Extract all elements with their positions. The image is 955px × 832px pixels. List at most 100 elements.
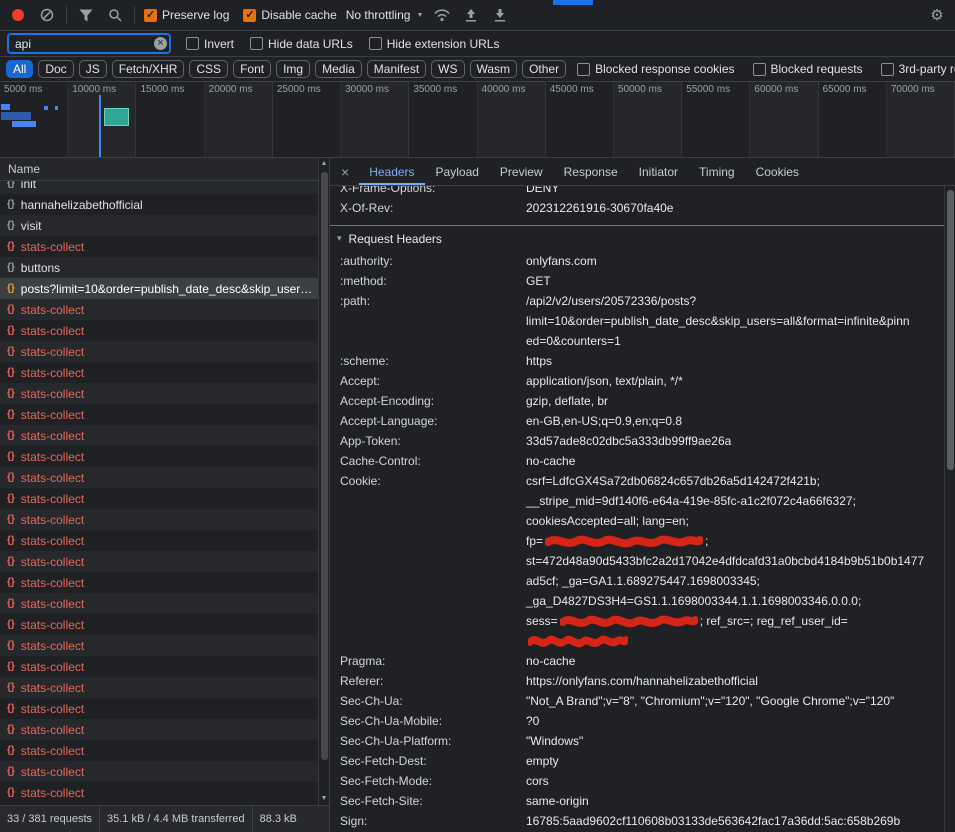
request-row[interactable]: {}stats-collect xyxy=(0,698,318,719)
checkbox-hide-extension-urls[interactable]: Hide extension URLs xyxy=(369,37,500,51)
header-value: 33d57ade8c02dbc5a333db99ff9ae26a xyxy=(526,431,944,451)
checkbox-invert[interactable]: Invert xyxy=(186,37,234,51)
header-name: Sec-Ch-Ua-Platform: xyxy=(330,731,526,751)
request-row[interactable]: {}stats-collect xyxy=(0,635,318,656)
request-row[interactable]: {}stats-collect xyxy=(0,509,318,530)
filter-pill-font[interactable]: Font xyxy=(233,60,271,78)
filter-pill-js[interactable]: JS xyxy=(79,60,107,78)
requests-scrollbar[interactable]: ▲ ▼ xyxy=(318,158,329,805)
request-row[interactable]: {}posts?limit=10&order=publish_date_desc… xyxy=(0,278,318,299)
checkbox-hide-data-urls[interactable]: Hide data URLs xyxy=(250,37,353,51)
request-row[interactable]: {}stats-collect xyxy=(0,341,318,362)
request-row[interactable]: {}hannahelizabethofficial xyxy=(0,194,318,215)
settings-button[interactable]: ⚙ xyxy=(927,5,947,25)
record-button[interactable] xyxy=(8,5,28,25)
request-row[interactable]: {}init xyxy=(0,181,318,194)
tab-headers[interactable]: Headers xyxy=(359,158,424,185)
checkbox-box-hide-extension-urls[interactable] xyxy=(369,37,382,50)
checkbox-box-preserve-log[interactable] xyxy=(144,9,157,22)
request-row[interactable]: {}stats-collect xyxy=(0,446,318,467)
request-row[interactable]: {}stats-collect xyxy=(0,551,318,572)
tab-initiator[interactable]: Initiator xyxy=(629,158,688,185)
request-row[interactable]: {}stats-collect xyxy=(0,362,318,383)
tab-preview[interactable]: Preview xyxy=(490,158,553,185)
filter-toggle-button[interactable] xyxy=(76,5,96,25)
request-row[interactable]: {}stats-collect xyxy=(0,719,318,740)
request-row[interactable]: {}stats-collect xyxy=(0,572,318,593)
timeline-overview[interactable]: 5000 ms10000 ms15000 ms20000 ms25000 ms3… xyxy=(0,82,955,158)
checkbox-blocked-response-cookies[interactable]: Blocked response cookies xyxy=(577,62,734,76)
request-row[interactable]: {}stats-collect xyxy=(0,320,318,341)
tab-timing[interactable]: Timing xyxy=(689,158,745,185)
checkbox-box-hide-data-urls[interactable] xyxy=(250,37,263,50)
timeline-tick-label: 20000 ms xyxy=(209,84,253,95)
throttling-select[interactable]: No throttling ▼ xyxy=(346,8,424,22)
tab-cookies[interactable]: Cookies xyxy=(746,158,809,185)
close-icon[interactable]: × xyxy=(332,164,358,180)
filter-pill-other[interactable]: Other xyxy=(522,60,566,78)
checkbox-box-blocked-response-cookies[interactable] xyxy=(577,63,590,76)
timeline-activity-bar xyxy=(1,112,31,120)
name-column-header[interactable]: Name xyxy=(0,158,329,181)
request-row[interactable]: {}stats-collect xyxy=(0,488,318,509)
request-row[interactable]: {}stats-collect xyxy=(0,299,318,320)
request-row[interactable]: {}stats-collect xyxy=(0,530,318,551)
request-row[interactable]: {}stats-collect xyxy=(0,383,318,404)
requests-scrollbar-thumb[interactable] xyxy=(321,172,328,760)
search-button[interactable] xyxy=(105,5,125,25)
request-row[interactable]: {}stats-collect xyxy=(0,404,318,425)
request-row[interactable]: {}stats-collect xyxy=(0,593,318,614)
tab-response[interactable]: Response xyxy=(554,158,628,185)
header-row: Sign:16785:5aad9602cf110608b03133de56364… xyxy=(330,811,944,831)
checkbox-box-invert[interactable] xyxy=(186,37,199,50)
filter-pill-fetch-xhr[interactable]: Fetch/XHR xyxy=(112,60,185,78)
filter-pill-wasm[interactable]: Wasm xyxy=(470,60,518,78)
checkbox-preserve-log[interactable]: Preserve log xyxy=(144,8,229,22)
filter-pill-all[interactable]: All xyxy=(6,60,33,78)
tab-payload[interactable]: Payload xyxy=(426,158,489,185)
import-har-button[interactable] xyxy=(461,5,481,25)
request-row[interactable]: {}stats-collect xyxy=(0,656,318,677)
checkbox-box-disable-cache[interactable] xyxy=(243,9,256,22)
request-row[interactable]: {}stats-collect xyxy=(0,425,318,446)
request-row[interactable]: {}stats-collect xyxy=(0,677,318,698)
checkbox-blocked-requests[interactable]: Blocked requests xyxy=(753,62,863,76)
fetch-braces-icon: {} xyxy=(7,430,15,441)
checkbox-box-blocked-requests[interactable] xyxy=(753,63,766,76)
request-row[interactable]: {}stats-collect xyxy=(0,614,318,635)
filter-pill-media[interactable]: Media xyxy=(315,60,362,78)
details-scrollbar[interactable] xyxy=(944,186,955,832)
filter-pill-img[interactable]: Img xyxy=(276,60,310,78)
checkbox-disable-cache[interactable]: Disable cache xyxy=(243,8,336,22)
network-conditions-button[interactable] xyxy=(432,5,452,25)
scroll-down-icon[interactable]: ▼ xyxy=(319,793,329,805)
request-row[interactable]: {}stats-collect xyxy=(0,467,318,488)
checkbox-box-3rd-party-requests[interactable] xyxy=(881,63,894,76)
checkbox-3rd-party-requests[interactable]: 3rd-party requests xyxy=(881,62,955,76)
request-name: stats-collect xyxy=(21,471,84,485)
request-row[interactable]: {}stats-collect xyxy=(0,761,318,782)
header-row: Sec-Fetch-Mode:cors xyxy=(330,771,944,791)
header-name: Pragma: xyxy=(330,651,526,671)
filter-pill-manifest[interactable]: Manifest xyxy=(367,60,426,78)
wifi-icon xyxy=(434,9,450,22)
request-row[interactable]: {}stats-collect xyxy=(0,236,318,257)
request-headers-section-header[interactable]: ▾ Request Headers xyxy=(330,225,944,251)
request-row[interactable]: {}stats-collect xyxy=(0,782,318,803)
request-row[interactable]: {}stats-collect xyxy=(0,740,318,761)
filter-pill-css[interactable]: CSS xyxy=(189,60,228,78)
header-value: /api2/v2/users/20572336/posts?limit=10&o… xyxy=(526,291,944,351)
fetch-braces-icon: {} xyxy=(7,556,15,567)
details-scrollbar-thumb[interactable] xyxy=(947,190,954,470)
filter-pill-doc[interactable]: Doc xyxy=(38,60,73,78)
request-row[interactable]: {}visit xyxy=(0,215,318,236)
header-value: ?0 xyxy=(526,711,944,731)
request-details-panel: × HeadersPayloadPreviewResponseInitiator… xyxy=(330,158,955,832)
scroll-up-icon[interactable]: ▲ xyxy=(319,158,329,170)
filter-pill-ws[interactable]: WS xyxy=(431,60,464,78)
request-row[interactable]: {}buttons xyxy=(0,257,318,278)
export-har-button[interactable] xyxy=(490,5,510,25)
clear-filter-icon[interactable]: × xyxy=(154,37,167,50)
filter-input[interactable] xyxy=(8,34,170,53)
clear-button[interactable] xyxy=(37,5,57,25)
